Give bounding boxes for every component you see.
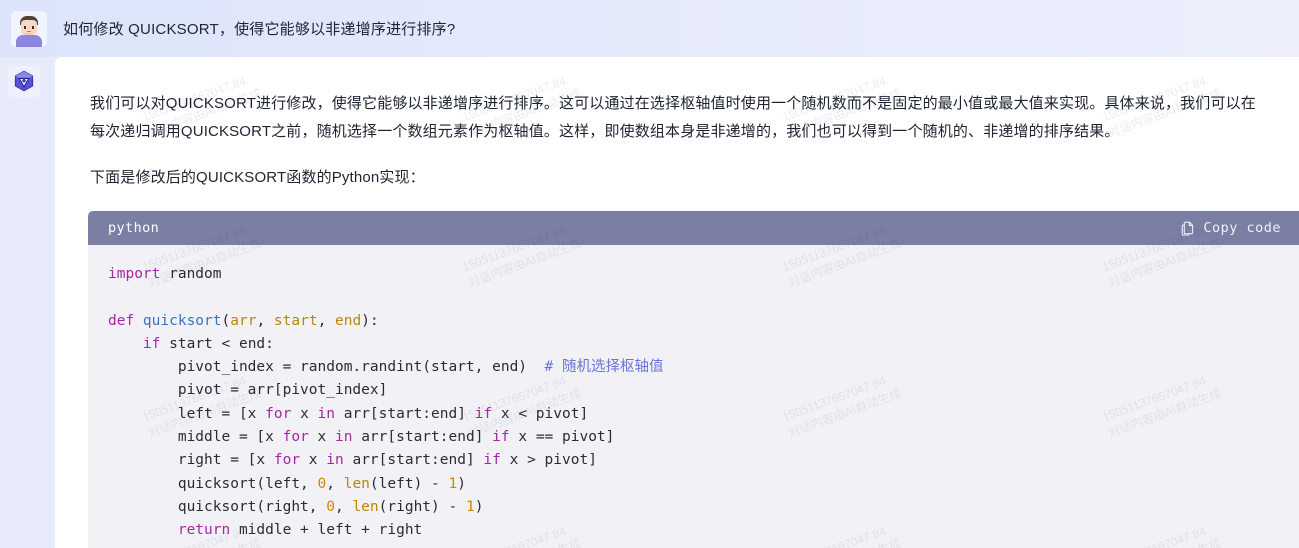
code-token: x > pivot] (509, 452, 597, 469)
code-token: 1 (448, 475, 458, 492)
copy-code-label: Copy code (1203, 220, 1281, 236)
code-token: start (273, 312, 318, 329)
code-token: for (265, 405, 301, 422)
code-token: quicksort (142, 312, 222, 329)
code-token: quicksort(right, (108, 498, 327, 515)
code-line: if start < end: (108, 333, 1299, 356)
code-token: arr (230, 312, 257, 329)
answer-paragraph-1: 我们可以对QUICKSORT进行修改，使得它能够以非递增序进行排序。这可以通过在… (90, 95, 1256, 140)
assistant-answer-panel: 我们可以对QUICKSORT进行修改，使得它能够以非递增序进行排序。这可以通过在… (55, 57, 1299, 548)
code-token: for (282, 429, 318, 446)
code-token: x (300, 405, 318, 422)
code-token: left = [x (108, 405, 266, 422)
code-token: middle = [x (108, 429, 283, 446)
code-line: import random (108, 263, 1299, 286)
code-token: # 随机选择枢轴值 (544, 359, 664, 376)
code-token: (right) - (378, 498, 466, 515)
code-token: in (335, 429, 362, 446)
code-token: def (108, 312, 143, 329)
code-line: quicksort(right, 0, len(right) - 1) (108, 496, 1299, 519)
code-line: middle = [x for x in arr[start:end] if x… (108, 426, 1299, 449)
code-token: pivot_index = random.randint(start, end) (108, 359, 545, 376)
code-token: if (474, 405, 501, 422)
code-token: end (335, 312, 362, 329)
code-token: x < pivot] (500, 405, 589, 422)
code-content[interactable]: import random def quicksort(arr, start, … (88, 245, 1299, 548)
user-message-text: 如何修改 QUICKSORT，使得它能够以非递增序进行排序? (63, 21, 456, 38)
code-token: for (273, 452, 309, 469)
code-token: start < end: (169, 335, 274, 352)
code-line: return middle + left + right (108, 519, 1299, 542)
code-token: right = [x (108, 452, 274, 469)
assistant-logo-icon (8, 66, 40, 98)
answer-paragraph-2: 下面是修改后的QUICKSORT函数的Python实现： (90, 169, 425, 186)
code-token: return (177, 522, 239, 539)
code-token: ( (221, 312, 231, 329)
code-token: 0 (317, 475, 327, 492)
copy-code-button[interactable]: Copy code (1181, 220, 1281, 236)
code-token: x == pivot] (518, 429, 615, 446)
code-token: if (142, 335, 170, 352)
code-token: len (343, 475, 370, 492)
code-token: middle + left + right (238, 522, 423, 539)
code-token: arr[start:end] (343, 405, 475, 422)
code-token: import (108, 266, 170, 282)
code-token: len (352, 498, 379, 515)
code-line: pivot_index = random.randint(start, end)… (108, 356, 1299, 379)
code-token: ) (474, 498, 484, 515)
code-token: x (317, 429, 335, 446)
code-line: left = [x for x in arr[start:end] if x <… (108, 403, 1299, 426)
code-token: 0 (326, 498, 335, 515)
code-token: x (308, 452, 327, 469)
code-token: , (317, 312, 336, 329)
code-token: quicksort(left, (108, 475, 318, 492)
code-token: , (256, 312, 274, 329)
code-block: python Copy code import random def quick… (88, 211, 1299, 548)
code-token: (left) - (369, 475, 449, 492)
code-line: def quicksort(arr, start, end): (108, 310, 1299, 333)
code-token: arr[start:end] (361, 429, 493, 446)
code-token: in (326, 452, 353, 469)
user-avatar (11, 10, 47, 47)
code-line: right = [x for x in arr[start:end] if x … (108, 449, 1299, 472)
code-token: , (334, 498, 353, 515)
code-token: if (483, 452, 510, 469)
code-token: pivot = arr[pivot_index] (108, 382, 388, 399)
code-line: pivot = arr[pivot_index] (108, 379, 1299, 402)
code-language-label: python (108, 220, 160, 236)
code-token: ): (361, 312, 379, 329)
code-token: 1 (465, 498, 475, 515)
code-line: quicksort(left, 0, len(left) - 1) (108, 473, 1299, 496)
user-message-row: 如何修改 QUICKSORT，使得它能够以非递增序进行排序? (0, 0, 1299, 57)
code-token: arr[start:end] (352, 452, 484, 469)
copy-icon (1181, 221, 1195, 236)
code-block-header: python Copy code (88, 211, 1299, 245)
code-token: if (492, 429, 519, 446)
code-token: random (169, 266, 222, 282)
code-token: , (326, 475, 344, 492)
code-token: ) (457, 475, 466, 492)
code-token: in (317, 405, 344, 422)
